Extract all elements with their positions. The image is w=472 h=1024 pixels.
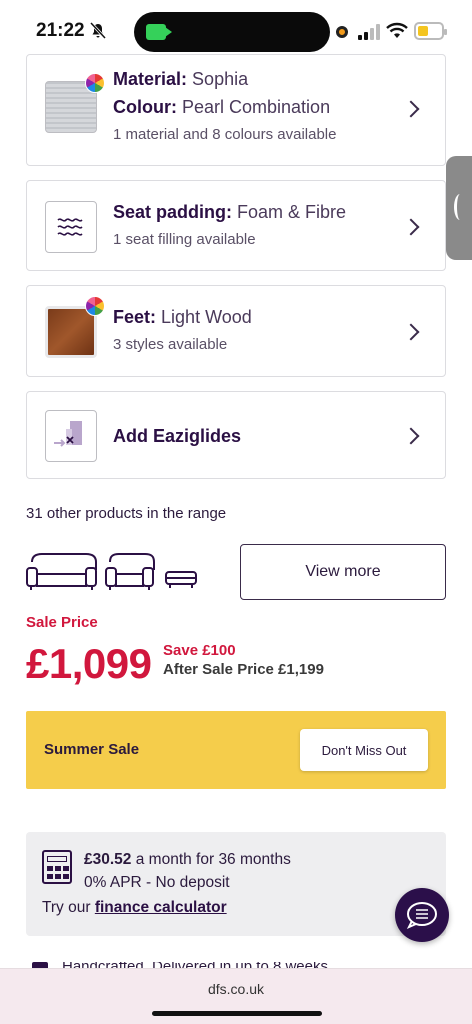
save-amount: Save £100 <box>163 642 236 659</box>
summer-sale-banner: Summer Sale Don't Miss Out <box>26 711 446 789</box>
dont-miss-out-button[interactable]: Don't Miss Out <box>300 729 428 771</box>
facetime-camera-icon <box>146 24 172 40</box>
finance-term: a month for 36 months <box>135 851 291 868</box>
sale-price-label: Sale Price <box>26 614 98 631</box>
feet-value: Light Wood <box>161 307 252 327</box>
seat-availability: 1 seat filling available <box>113 231 256 248</box>
bell-muted-icon <box>90 22 106 40</box>
feet-label: Feet: <box>113 307 157 327</box>
material-label: Material: <box>113 69 188 89</box>
chevron-right-icon <box>402 427 420 445</box>
clock: 21:22 <box>36 20 85 41</box>
colour-label: Colour: <box>113 97 177 117</box>
eaziglides-icon <box>45 410 97 462</box>
url-text: dfs.co.uk <box>207 981 265 997</box>
sofa-range-icon <box>26 553 197 590</box>
battery-icon <box>414 22 447 40</box>
seat-padding-label: Seat padding: <box>113 202 233 222</box>
chat-bubble-icon <box>406 902 437 929</box>
eaziglides-label: Add Eaziglides <box>113 426 242 446</box>
feet-availability: 3 styles available <box>113 336 228 353</box>
chevron-right-icon <box>402 323 420 341</box>
seat-padding-value: Foam & Fibre <box>237 202 347 222</box>
material-value: Sophia <box>192 69 249 89</box>
browser-url-bar[interactable]: dfs.co.uk <box>0 968 472 1024</box>
finance-try-text: Try our <box>42 899 91 916</box>
chat-button[interactable] <box>395 888 449 942</box>
finance-calculator-link[interactable]: finance calculator <box>95 899 227 916</box>
finance-box: £30.52 a month for 36 months 0% APR - No… <box>26 832 446 936</box>
feet-option-card[interactable]: Feet: Light Wood 3 styles available <box>26 285 446 377</box>
waves-icon <box>45 201 97 253</box>
wifi-icon <box>386 22 408 38</box>
material-option-card[interactable]: Material: Sophia Colour: Pearl Combinati… <box>26 54 446 166</box>
colour-wheel-icon <box>85 73 105 93</box>
cellular-signal-icon <box>358 24 380 40</box>
eaziglides-option-card[interactable]: Add Eaziglides <box>26 391 446 479</box>
dynamic-island <box>134 12 330 52</box>
after-sale-price: After Sale Price £1,199 <box>163 661 324 678</box>
range-count-text: 31 other products in the range <box>26 505 227 522</box>
material-availability: 1 material and 8 colours available <box>113 126 337 143</box>
status-bar: 21:22 <box>0 0 472 62</box>
side-drawer-handle[interactable] <box>446 156 472 260</box>
chevron-right-icon <box>402 100 420 118</box>
calculator-icon <box>42 850 72 884</box>
sale-price: £1,099 <box>26 640 152 687</box>
finance-amount: £30.52 <box>84 851 132 868</box>
recording-indicator-icon <box>336 26 348 38</box>
finance-apr: 0% APR - No deposit <box>84 874 230 891</box>
home-indicator <box>152 1011 322 1016</box>
colour-wheel-icon <box>85 296 105 316</box>
banner-title: Summer Sale <box>44 741 140 758</box>
chevron-right-icon <box>402 218 420 236</box>
colour-value: Pearl Combination <box>182 97 331 117</box>
view-more-button[interactable]: View more <box>240 544 446 600</box>
seat-padding-option-card[interactable]: Seat padding: Foam & Fibre 1 seat fillin… <box>26 180 446 271</box>
